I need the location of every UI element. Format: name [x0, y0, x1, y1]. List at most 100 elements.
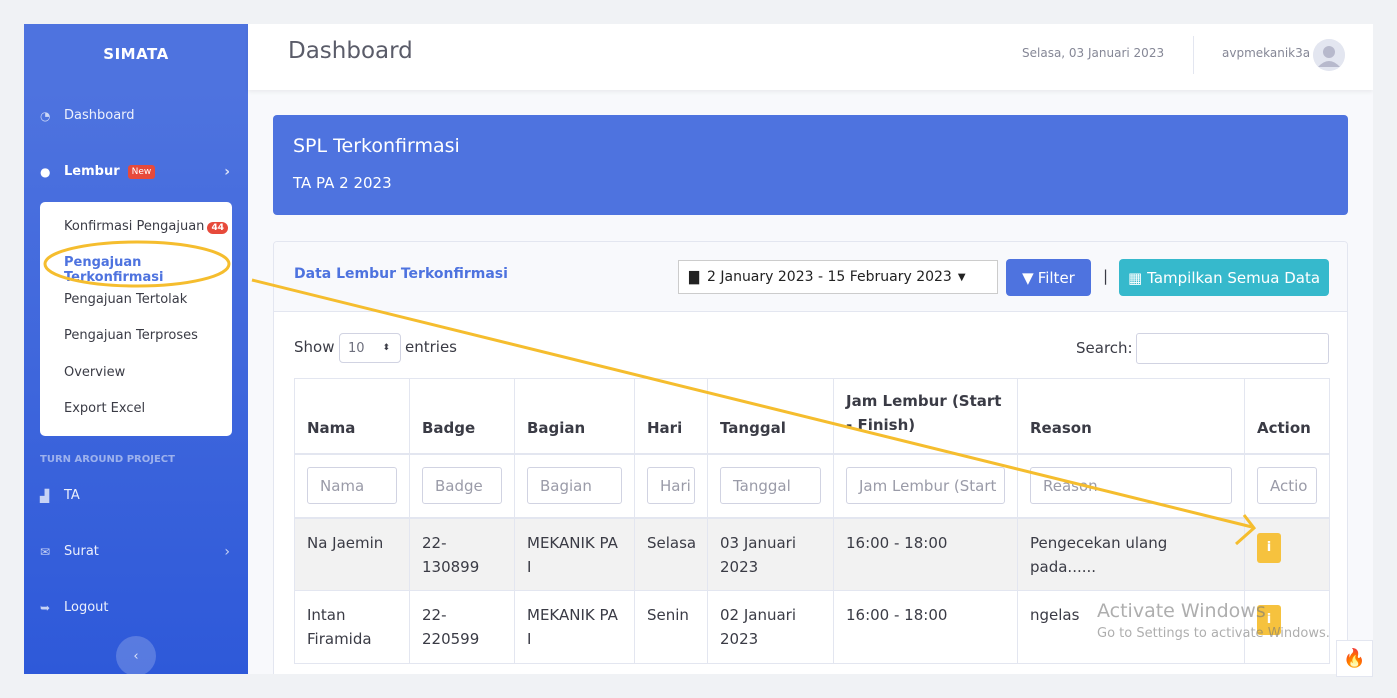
- cell-action: i: [1244, 517, 1330, 591]
- brand-logo[interactable]: SIMATA: [24, 24, 248, 84]
- submenu-item-konfirmasi[interactable]: Konfirmasi Pengajuan: [64, 219, 204, 234]
- calendar-grid-icon: ▦: [1127, 268, 1143, 287]
- submenu-item-label: Pengajuan Tertolak: [64, 292, 188, 307]
- header-title: SPL Terkonfirmasi: [293, 135, 460, 157]
- date-range-value: 2 January 2023 - 15 February 2023: [707, 269, 952, 285]
- submenu-item-terkonfirmasi[interactable]: Pengajuan Terkonfirmasi: [64, 255, 232, 285]
- entries-label: entries: [405, 338, 457, 356]
- filter-input-tanggal[interactable]: Tanggal: [720, 467, 821, 504]
- cell-jam-lembur: 16:00 - 18:00: [833, 590, 1018, 664]
- sidebar-toggle-button[interactable]: ‹: [116, 636, 156, 674]
- cell-hari: Selasa: [634, 517, 708, 591]
- calendar-icon: ▇: [689, 269, 699, 285]
- chevron-right-icon: ›: [224, 163, 230, 180]
- submenu-item-tertolak[interactable]: Pengajuan Tertolak: [64, 292, 187, 307]
- page-size-value: 10: [348, 340, 365, 356]
- sidebar-item-label: Logout: [64, 600, 109, 615]
- cell-bagian: MEKANIK PA I: [514, 590, 635, 664]
- show-label: Show: [294, 338, 335, 356]
- column-header-action[interactable]: Action: [1244, 378, 1330, 455]
- select-arrows-icon: ⬍: [382, 343, 390, 353]
- table-filter-row: Nama Badge Bagian Hari Tanggal Jam Lembu…: [294, 453, 1330, 519]
- cell-reason: Pengecekan ulang pada......: [1017, 517, 1245, 591]
- watermark-title: Activate Windows: [1097, 600, 1266, 622]
- column-header-jam-lembur[interactable]: Jam Lembur (Start - Finish): [833, 378, 1018, 455]
- lembur-submenu: Konfirmasi Pengajuan 44 Pengajuan Terkon…: [40, 202, 232, 436]
- windows-activation-watermark: Activate Windows Go to Settings to activ…: [1097, 600, 1330, 641]
- tachometer-icon: ◔: [40, 108, 51, 123]
- cell-tanggal: 03 Januari 2023: [707, 517, 834, 591]
- column-header-bagian[interactable]: Bagian: [514, 378, 635, 455]
- card-header: Data Lembur Terkonfirmasi ▇ 2 January 20…: [274, 242, 1347, 312]
- cell-bagian: MEKANIK PA I: [514, 517, 635, 591]
- column-header-hari[interactable]: Hari: [634, 378, 708, 455]
- sidebar-item-lembur[interactable]: ● Lembur New ›: [24, 163, 248, 180]
- cell-nama: Na Jaemin: [294, 517, 410, 591]
- table-row: Na Jaemin 22-130899 MEKANIK PA I Selasa …: [294, 517, 1330, 591]
- show-all-data-button[interactable]: ▦ Tampilkan Semua Data: [1119, 259, 1329, 296]
- filter-cell: Reason: [1017, 453, 1245, 519]
- cell-badge: 22-220599: [409, 590, 515, 664]
- sidebar-item-dashboard[interactable]: ◔ Dashboard: [24, 108, 248, 123]
- user-clock-icon: ●: [40, 164, 51, 179]
- column-header-badge[interactable]: Badge: [409, 378, 515, 455]
- filter-input-nama[interactable]: Nama: [307, 467, 397, 504]
- filter-input-badge[interactable]: Badge: [422, 467, 502, 504]
- card-title: Data Lembur Terkonfirmasi: [294, 266, 508, 282]
- sidebar-item-label: Lembur: [64, 164, 120, 179]
- user-avatar-icon: [1313, 39, 1345, 71]
- sidebar-item-label: Surat: [64, 544, 99, 559]
- watermark-subtitle: Go to Settings to activate Windows.: [1097, 626, 1330, 641]
- search-label: Search:: [1076, 339, 1133, 357]
- page-size-select[interactable]: 10 ⬍: [339, 333, 401, 363]
- show-all-label: Tampilkan Semua Data: [1147, 268, 1321, 287]
- filter-input-jam-lembur[interactable]: Jam Lembur (Start: [846, 467, 1005, 504]
- column-header-reason[interactable]: Reason: [1017, 378, 1245, 455]
- submenu-item-overview[interactable]: Overview: [64, 365, 125, 380]
- column-header-tanggal[interactable]: Tanggal: [707, 378, 834, 455]
- sidebar-item-label: TA: [64, 488, 80, 503]
- submenu-item-export-excel[interactable]: Export Excel: [64, 401, 145, 416]
- filter-input-bagian[interactable]: Bagian: [527, 467, 622, 504]
- current-date: Selasa, 03 Januari 2023: [1022, 46, 1165, 60]
- user-name[interactable]: avpmekanik3a: [1222, 46, 1310, 60]
- topbar-divider: [1193, 36, 1194, 74]
- filter-input-reason[interactable]: Reason: [1030, 467, 1232, 504]
- fire-icon[interactable]: 🔥: [1336, 640, 1373, 677]
- filter-input-hari[interactable]: Hari: [647, 467, 695, 504]
- column-header-nama[interactable]: Nama: [294, 378, 410, 455]
- caret-down-icon: ▼: [957, 271, 966, 283]
- avatar[interactable]: [1313, 39, 1345, 71]
- cell-hari: Senin: [634, 590, 708, 664]
- filter-button-label: Filter: [1037, 268, 1075, 287]
- info-button[interactable]: i: [1257, 532, 1281, 563]
- filter-button[interactable]: ▼ Filter: [1006, 259, 1091, 296]
- pending-count-badge: 44: [207, 222, 228, 234]
- cell-jam-lembur: 16:00 - 18:00: [833, 517, 1018, 591]
- sidebar: SIMATA ◔ Dashboard ● Lembur New › Konfir…: [24, 24, 248, 674]
- submenu-item-label: Pengajuan Terkonfirmasi: [64, 255, 164, 285]
- date-range-picker[interactable]: ▇ 2 January 2023 - 15 February 2023 ▼: [678, 260, 998, 294]
- cell-badge: 22-130899: [409, 517, 515, 591]
- filter-icon: ▼: [1022, 268, 1034, 287]
- header-subtitle: TA PA 2 2023: [293, 174, 392, 192]
- sidebar-item-ta[interactable]: ▟ TA: [24, 488, 248, 503]
- cell-tanggal: 02 Januari 2023: [707, 590, 834, 664]
- submenu-item-terproses[interactable]: Pengajuan Terproses: [64, 328, 198, 343]
- app-window: SIMATA ◔ Dashboard ● Lembur New › Konfir…: [24, 24, 1373, 674]
- separator: |: [1103, 267, 1109, 285]
- filter-cell: Hari: [634, 453, 708, 519]
- sidebar-heading: TURN AROUND PROJECT: [40, 454, 175, 465]
- filter-cell: Tanggal: [707, 453, 834, 519]
- filter-cell: Actio: [1244, 453, 1330, 519]
- envelope-icon: ✉: [40, 544, 51, 559]
- sidebar-item-logout[interactable]: ➥ Logout: [24, 600, 248, 615]
- info-icon: i: [1266, 539, 1272, 555]
- sidebar-item-surat[interactable]: ✉ Surat ›: [24, 544, 248, 560]
- filter-cell: Bagian: [514, 453, 635, 519]
- submenu-item-label: Konfirmasi Pengajuan: [64, 219, 205, 234]
- page-title: Dashboard: [288, 38, 413, 64]
- filter-input-action[interactable]: Actio: [1257, 467, 1317, 504]
- sign-out-icon: ➥: [40, 600, 51, 615]
- search-input[interactable]: [1136, 333, 1329, 364]
